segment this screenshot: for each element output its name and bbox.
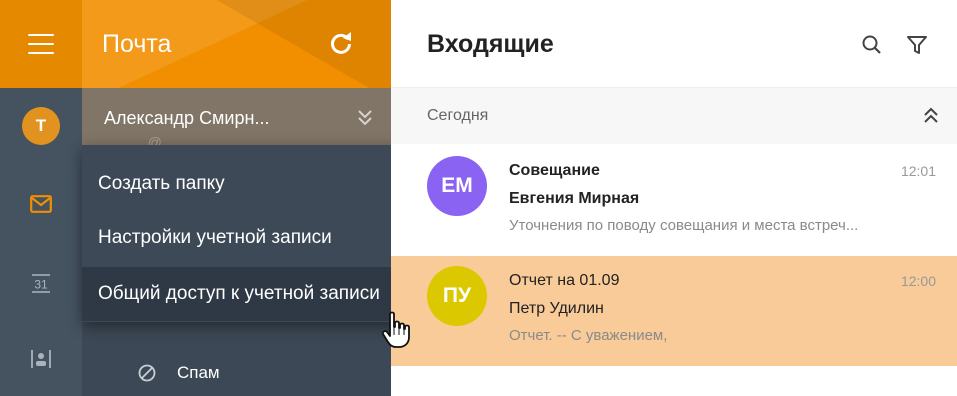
message-item[interactable]: ЕМ Совещание 12:01 Евгения Мирная Уточне…	[391, 146, 957, 256]
icon-rail: Т 31	[0, 0, 82, 396]
message-time: 12:00	[900, 273, 936, 289]
group-label: Сегодня	[427, 107, 489, 124]
rail-header	[0, 0, 82, 88]
account-name: Александр Смирн...	[104, 108, 270, 128]
message-subject: Совещание	[509, 162, 600, 179]
page-title: Входящие	[427, 30, 554, 58]
folder-spam-label: Спам	[177, 363, 220, 382]
user-avatar[interactable]: Т	[22, 107, 60, 145]
panel-header: Почта	[82, 0, 391, 88]
message-sender: Петр Удилин	[509, 300, 604, 317]
message-item-selected[interactable]: ПУ Отчет на 01.09 12:00 Петр Удилин Отче…	[391, 256, 957, 366]
svg-text:31: 31	[34, 278, 48, 292]
folder-spam[interactable]: Спам	[82, 348, 391, 396]
menu-icon[interactable]	[28, 34, 54, 54]
account-row[interactable]: Александр Смирн... ...@...	[82, 88, 391, 150]
menu-item-account-settings[interactable]: Настройки учетной записи	[82, 211, 442, 265]
message-preview: Отчет. -- С уважением,	[509, 327, 668, 344]
filter-icon[interactable]	[904, 32, 930, 58]
search-icon[interactable]	[859, 32, 885, 58]
avatar: ЕМ	[427, 156, 487, 216]
refresh-icon[interactable]	[326, 28, 356, 58]
message-list: Входящие Сегодня ЕМ Совещание 12:01 Евге…	[391, 0, 957, 396]
account-context-menu: Создать папку Настройки учетной записи О…	[82, 145, 442, 322]
message-subject: Отчет на 01.09	[509, 272, 620, 289]
message-preview: Уточнения по поводу совещания и места вс…	[509, 217, 859, 234]
menu-item-create-folder[interactable]: Создать папку	[82, 157, 442, 211]
hand-pointer-icon	[380, 310, 414, 350]
mail-icon[interactable]	[24, 187, 58, 221]
chevron-double-down-icon[interactable]	[354, 108, 376, 128]
contacts-icon[interactable]	[24, 342, 58, 376]
avatar: ПУ	[427, 266, 487, 326]
chevron-double-up-icon[interactable]	[921, 106, 941, 126]
spam-icon	[137, 363, 157, 388]
list-header: Входящие	[391, 0, 957, 88]
calendar-icon[interactable]: 31	[24, 266, 58, 300]
app-title: Почта	[102, 30, 172, 58]
message-time: 12:01	[900, 163, 936, 179]
message-sender: Евгения Мирная	[509, 190, 640, 207]
group-header-today: Сегодня	[391, 88, 957, 144]
